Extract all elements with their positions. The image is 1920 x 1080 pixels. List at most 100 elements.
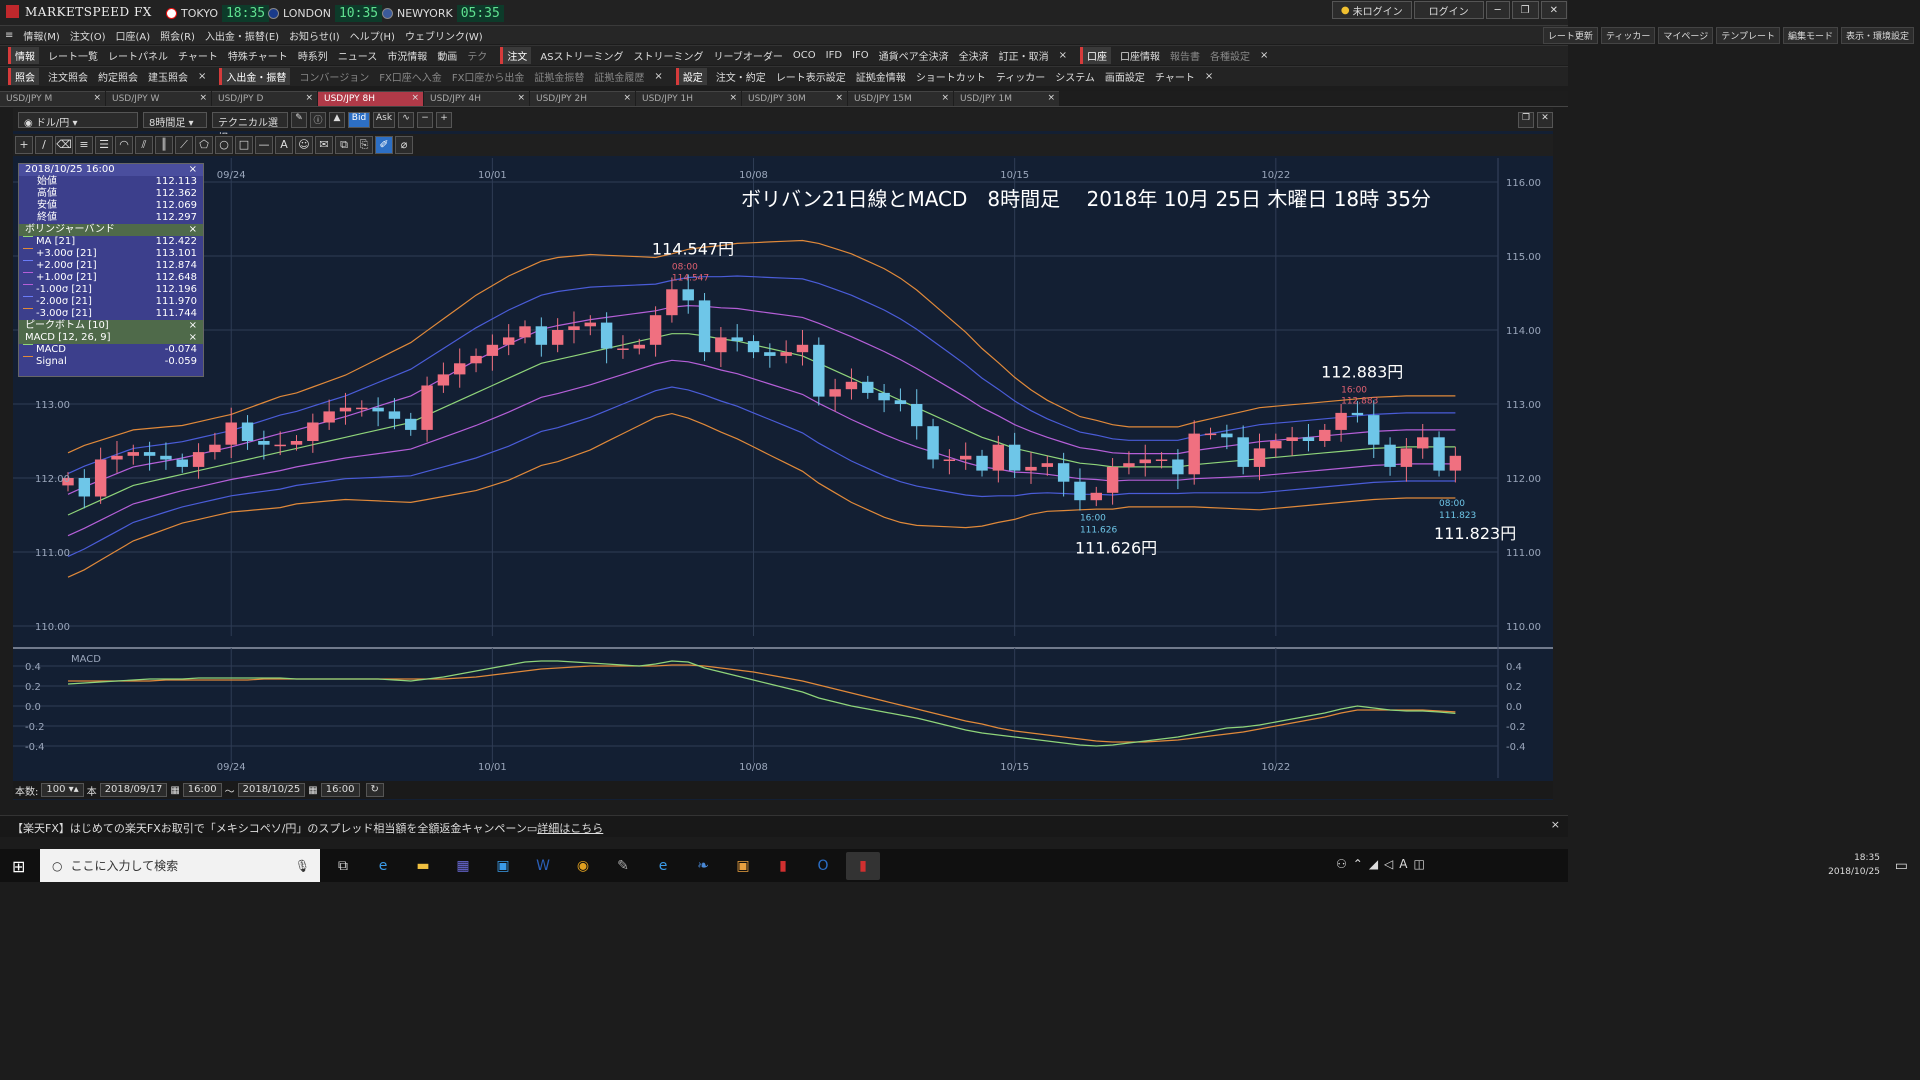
mypage-button[interactable]: マイページ	[1658, 27, 1714, 44]
tool-market[interactable]: 市況情報	[387, 48, 427, 63]
tab-usdjpy-15m[interactable]: USD/JPY 15M ×	[848, 91, 953, 106]
channel-icon[interactable]: ⫽	[135, 136, 153, 154]
maximize-icon[interactable]: ❐	[1511, 1, 1539, 19]
tool-system[interactable]: システム	[1055, 69, 1095, 84]
close-icon[interactable]: ×	[189, 332, 197, 344]
tab-usdjpy-w[interactable]: USD/JPY W ×	[106, 91, 211, 106]
vlines-icon[interactable]: ║	[155, 136, 173, 154]
eraser-icon[interactable]: ⌫	[55, 136, 73, 154]
copy-icon[interactable]: ⧉	[335, 136, 353, 154]
menu-account[interactable]: 口座(A)	[116, 28, 151, 43]
taskbar-search[interactable]: ○ ここに入力して検索 🎙	[40, 849, 320, 882]
close-icon[interactable]: ×	[198, 71, 206, 82]
windows-start-icon[interactable]: ⊞	[12, 857, 25, 876]
ask-button[interactable]: Ask	[373, 111, 395, 128]
tool-chart-settings[interactable]: チャート	[1155, 69, 1195, 84]
timeframe-select[interactable]: 8時間足 ▾	[143, 111, 207, 129]
app-orange-icon[interactable]: ▣	[726, 852, 760, 880]
tool-position-inquiry[interactable]: 建玉照会	[148, 69, 188, 84]
tool-chart[interactable]: チャート	[178, 48, 218, 63]
menu-order[interactable]: 注文(O)	[70, 28, 106, 43]
tool-account-info[interactable]: 口座情報	[1120, 48, 1160, 63]
tool-conversion[interactable]: コンバージョン	[299, 69, 369, 84]
pentagon-icon[interactable]: ⬠	[195, 136, 213, 154]
menu-notice[interactable]: お知らせ(I)	[289, 28, 340, 43]
arc-icon[interactable]: ◠	[115, 136, 133, 154]
tool-special-chart[interactable]: 特殊チャート	[228, 48, 288, 63]
task-view-icon[interactable]: ⧉	[326, 852, 360, 880]
tool-report[interactable]: 報告書	[1170, 48, 1200, 63]
close-window-icon[interactable]: ✕	[1540, 1, 1567, 19]
clear-icon[interactable]: ⌀	[395, 136, 413, 154]
tab-usdjpy-1m[interactable]: USD/JPY 1M ×	[954, 91, 1059, 106]
chrome-icon[interactable]: ◉	[566, 852, 600, 880]
from-date-field[interactable]: 2018/09/17	[99, 783, 168, 797]
tool-settings[interactable]: 各種設定	[1210, 48, 1250, 63]
tool-news[interactable]: ニュース	[338, 48, 378, 63]
price-chart[interactable]: 116.00116.00115.00115.00114.00114.00113.…	[13, 158, 1553, 781]
circle-icon[interactable]: ○	[215, 136, 233, 154]
icon-tool-icon[interactable]: ☺	[295, 136, 313, 154]
feather-icon[interactable]: ❧	[686, 852, 720, 880]
close-chart-icon[interactable]: ✕	[1537, 111, 1553, 128]
menu-inquiry[interactable]: 照会(R)	[160, 28, 195, 43]
marketspeed-icon[interactable]: ▮	[846, 851, 880, 880]
technical-select[interactable]: テクニカル選択 ▾	[212, 111, 288, 144]
paste-icon[interactable]: ⎘	[355, 136, 373, 154]
fan-icon[interactable]: ⟋	[175, 136, 193, 154]
close-tab-icon[interactable]: ×	[517, 93, 525, 103]
trendline-icon[interactable]: /	[35, 136, 53, 154]
news-link[interactable]: 詳細はこちら	[537, 822, 603, 835]
tool-ticker[interactable]: ティッカー	[996, 69, 1045, 84]
tool-fx-withdraw[interactable]: FX口座から出金	[452, 69, 525, 84]
tool-all-settle[interactable]: 全決済	[959, 48, 989, 63]
tool-margin-transfer[interactable]: 証拠金振替	[534, 69, 584, 84]
tab-usdjpy-8h[interactable]: USD/JPY 8H ×	[318, 91, 423, 106]
tool-oco[interactable]: OCO	[793, 50, 816, 61]
bid-button[interactable]: Bid	[348, 111, 370, 128]
restore-icon[interactable]: ❐	[1518, 111, 1534, 128]
from-time-field[interactable]: 16:00	[182, 783, 222, 797]
tab-usdjpy-m[interactable]: USD/JPY M ×	[0, 91, 105, 106]
menu-deposit[interactable]: 入出金・振替(E)	[205, 28, 279, 43]
tool-timeseries[interactable]: 時系列	[298, 48, 328, 63]
close-icon[interactable]: ×	[1059, 50, 1067, 61]
tool-rate-list[interactable]: レート一覧	[48, 48, 98, 63]
info-icon[interactable]: ⓘ	[310, 111, 326, 128]
close-tab-icon[interactable]: ×	[729, 93, 737, 103]
tool-fx-deposit[interactable]: FX口座へ入金	[379, 69, 442, 84]
hlines-icon[interactable]: ≡	[75, 136, 93, 154]
hline-icon[interactable]: —	[255, 136, 273, 154]
note-icon[interactable]: ✉	[315, 136, 333, 154]
tool-video[interactable]: 動画	[437, 48, 457, 63]
word-icon[interactable]: W	[526, 852, 560, 880]
close-tab-icon[interactable]: ×	[411, 93, 419, 103]
rate-refresh-button[interactable]: レート更新	[1542, 27, 1598, 44]
close-tab-icon[interactable]: ×	[941, 93, 949, 103]
explorer-icon[interactable]: ▬	[406, 852, 440, 880]
text-icon[interactable]: A	[275, 136, 293, 154]
rectangle-icon[interactable]: □	[235, 136, 253, 154]
tool-margin-info[interactable]: 証拠金情報	[856, 69, 906, 84]
count-select[interactable]: 100 ▾▴	[41, 783, 84, 797]
close-icon[interactable]: ×	[189, 224, 197, 236]
close-tab-icon[interactable]: ×	[305, 93, 313, 103]
wave-icon[interactable]: ∿	[398, 111, 414, 128]
tool-shortcut[interactable]: ショートカット	[916, 69, 986, 84]
tab-usdjpy-30m[interactable]: USD/JPY 30M ×	[742, 91, 847, 106]
pen-icon[interactable]: ✎	[291, 111, 307, 128]
tab-usdjpy-2h[interactable]: USD/JPY 2H ×	[530, 91, 635, 106]
display-settings-button[interactable]: 表示・環境設定	[1840, 27, 1914, 44]
close-icon[interactable]: ×	[189, 320, 197, 332]
close-icon[interactable]: ×	[189, 164, 197, 176]
tool-screen-settings[interactable]: 画面設定	[1105, 69, 1145, 84]
refresh-icon[interactable]: ↻	[365, 783, 384, 797]
tool-order-exec[interactable]: 注文・約定	[716, 69, 766, 84]
select-icon[interactable]: ✐	[375, 136, 393, 154]
hamburger-icon[interactable]: ≡	[5, 30, 13, 41]
menu-info[interactable]: 情報(M)	[23, 28, 59, 43]
menu-help[interactable]: ヘルプ(H)	[350, 28, 395, 43]
app-icon[interactable]: ▣	[486, 852, 520, 880]
tab-usdjpy-4h[interactable]: USD/JPY 4H ×	[424, 91, 529, 106]
close-icon[interactable]: ×	[1205, 71, 1213, 82]
